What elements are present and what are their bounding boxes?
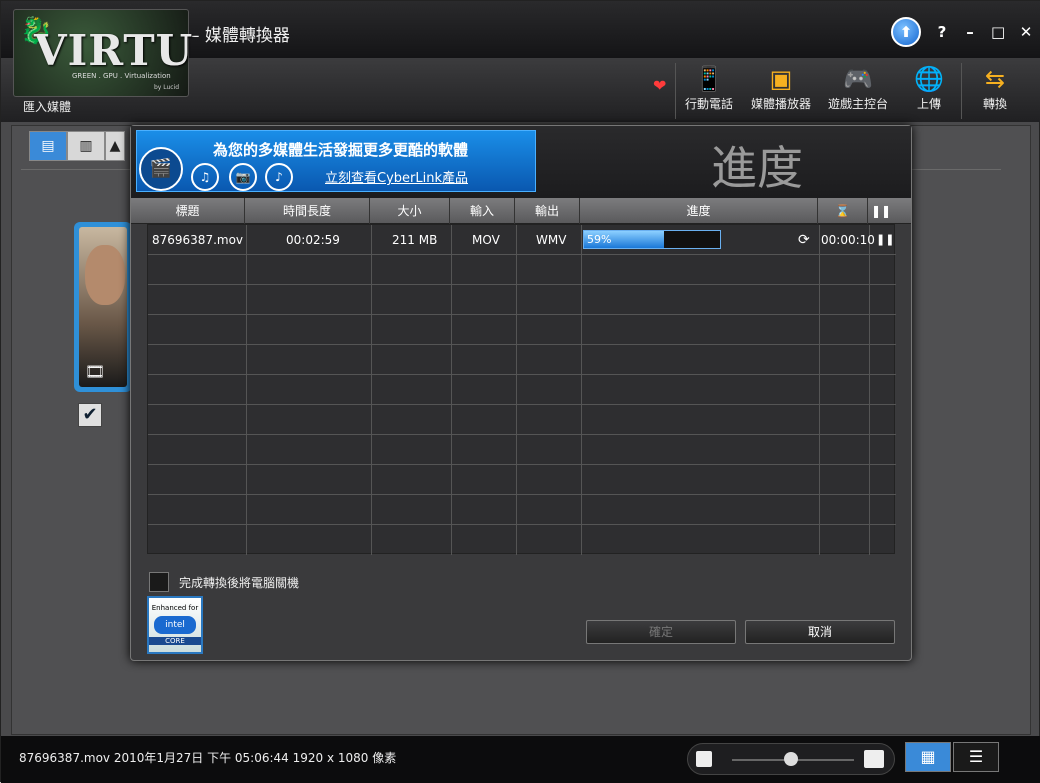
- thumbnail-size-slider[interactable]: [687, 743, 895, 775]
- tool-label: 遊戲主控台: [827, 97, 888, 111]
- large-thumb-icon[interactable]: [864, 750, 884, 768]
- table-row: [148, 315, 896, 345]
- media-filter-buttons: ▤ ▥ ▲: [29, 131, 125, 161]
- table-row: [148, 345, 896, 375]
- col-title[interactable]: 標題: [131, 198, 245, 224]
- tool-label: 轉換: [982, 97, 1007, 111]
- thumbnail-image: 🎞: [79, 227, 127, 387]
- film-icon: 🎞: [85, 362, 106, 381]
- progress-dialog: 🎬 ♫ 📷 ♪ 為您的多媒體生活發掘更多更酷的軟體 立刻查看CyberLink產…: [130, 125, 912, 661]
- heart-icon[interactable]: ❤: [653, 76, 666, 95]
- tool-media-player[interactable]: ▣ 媒體播放器: [745, 63, 817, 119]
- music-icon: ♫: [191, 163, 219, 191]
- status-text: 87696387.mov 2010年1月27日 下午 05:06:44 1920…: [19, 751, 397, 765]
- tool-label: 媒體播放器: [750, 97, 811, 111]
- table-row: [148, 255, 896, 285]
- toolbar-separator: [675, 63, 676, 119]
- table-row: [148, 465, 896, 495]
- media-player-icon: ▣: [769, 65, 793, 93]
- shutdown-label: 完成轉換後將電腦關機: [179, 575, 300, 590]
- media-thumbnail[interactable]: 🎞: [74, 222, 132, 392]
- ok-button[interactable]: 確定: [586, 620, 736, 644]
- help-button[interactable]: ?: [935, 23, 949, 41]
- intel-logo: intel: [154, 616, 196, 634]
- list-view-icon[interactable]: ☰: [953, 742, 999, 772]
- tool-convert[interactable]: ⇆ 轉換: [973, 63, 1017, 119]
- pause-icon[interactable]: ❚❚: [876, 225, 894, 255]
- table-row: [148, 435, 896, 465]
- cell-duration: 00:02:59: [286, 233, 340, 247]
- table-row: [148, 405, 896, 435]
- mobile-phone-icon: 📱: [694, 65, 724, 93]
- shutdown-option[interactable]: 完成轉換後將電腦關機: [149, 572, 299, 592]
- photo-filter-icon[interactable]: ▲: [105, 131, 125, 161]
- table-row: [148, 525, 896, 555]
- toolbar-separator: [961, 63, 962, 119]
- audio-icon: ♪: [265, 163, 293, 191]
- logo-text: VIRTU: [34, 26, 194, 75]
- clapper-icon: 🎬: [139, 147, 183, 191]
- banner-headline: 為您的多媒體生活發掘更多更酷的軟體: [213, 141, 469, 159]
- video-filter-icon[interactable]: ▥: [67, 131, 105, 161]
- camera-icon: 📷: [229, 163, 257, 191]
- logo-subtitle: GREEN . GPU . Virtualization: [72, 72, 171, 80]
- table-row: [148, 495, 896, 525]
- cell-title: 87696387.mov: [152, 233, 244, 247]
- cell-size: 211 MB: [392, 233, 438, 247]
- intel-line1: Enhanced for: [151, 604, 199, 612]
- cyberlink-banner[interactable]: 🎬 ♫ 📷 ♪ 為您的多媒體生活發掘更多更酷的軟體 立刻查看CyberLink產…: [136, 130, 536, 192]
- close-button[interactable]: ✕: [1019, 23, 1033, 41]
- app-window: – 媒體轉換器 ⬆ ? – □ ✕ 🐉 VIRTU GREEN . GPU . …: [0, 0, 1040, 783]
- tool-label: 上傳: [916, 97, 941, 111]
- col-duration[interactable]: 時間長度: [245, 198, 370, 224]
- grid-view-icon[interactable]: ▦: [905, 742, 951, 772]
- maximize-button[interactable]: □: [991, 23, 1005, 41]
- minimize-button[interactable]: –: [963, 23, 977, 41]
- cell-time: 00:00:10: [821, 233, 875, 247]
- pause-all-icon[interactable]: ❚❚: [868, 198, 894, 224]
- intel-badge: Enhanced for intel CORE: [147, 596, 203, 654]
- table-header: 標題 時間長度 大小 輸入 輸出 進度 ⌛ ❚❚: [131, 198, 911, 224]
- app-title: – 媒體轉換器: [191, 26, 290, 46]
- col-output[interactable]: 輸出: [515, 198, 580, 224]
- slider-knob[interactable]: [784, 752, 798, 766]
- import-media-label[interactable]: 匯入媒體: [23, 98, 71, 115]
- tool-upload[interactable]: 🌐 上傳: [907, 63, 951, 119]
- progress-bar: 59%: [583, 230, 721, 249]
- logo-by: by Lucid: [154, 84, 180, 91]
- col-input[interactable]: 輸入: [450, 198, 515, 224]
- window-controls: ⬆ ? – □ ✕: [891, 17, 1033, 47]
- all-media-filter-icon[interactable]: ▤: [29, 131, 67, 161]
- media-select-checkbox[interactable]: ✔: [78, 403, 102, 427]
- cancel-button[interactable]: 取消: [745, 620, 895, 644]
- cell-output: WMV: [536, 233, 567, 247]
- tool-label: 行動電話: [684, 97, 733, 111]
- virtu-logo: 🐉 VIRTU GREEN . GPU . Virtualization by …: [13, 9, 192, 97]
- progress-text: 59%: [587, 233, 612, 246]
- cell-input: MOV: [472, 233, 500, 247]
- table-row[interactable]: 87696387.mov 00:02:59 211 MB MOV WMV 59%…: [148, 225, 896, 255]
- table-body: 87696387.mov 00:02:59 211 MB MOV WMV 59%…: [147, 224, 896, 555]
- col-progress[interactable]: 進度: [580, 198, 818, 224]
- banner-link[interactable]: 立刻查看CyberLink產品: [325, 167, 468, 186]
- update-icon[interactable]: ⬆: [891, 17, 921, 47]
- table-row: [148, 375, 896, 405]
- shutdown-checkbox[interactable]: [149, 572, 169, 592]
- refresh-icon[interactable]: ⟳: [798, 225, 810, 255]
- table-row: [148, 285, 896, 315]
- status-bar: 87696387.mov 2010年1月27日 下午 05:06:44 1920…: [1, 736, 1040, 783]
- dialog-title: 進度: [711, 141, 803, 195]
- small-thumb-icon[interactable]: [696, 751, 712, 767]
- dialog-header: 🎬 ♫ 📷 ♪ 為您的多媒體生活發掘更多更酷的軟體 立刻查看CyberLink產…: [131, 126, 911, 198]
- game-console-icon: 🎮: [843, 65, 873, 93]
- portrait: [85, 245, 125, 305]
- col-size[interactable]: 大小: [370, 198, 450, 224]
- hourglass-icon: ⌛: [818, 198, 868, 224]
- globe-upload-icon: 🌐: [914, 65, 944, 93]
- intel-core: CORE: [149, 637, 201, 645]
- tool-mobile-phone[interactable]: 📱 行動電話: [681, 63, 737, 119]
- convert-arrows-icon: ⇆: [984, 65, 1006, 93]
- tool-game-console[interactable]: 🎮 遊戲主控台: [825, 63, 891, 119]
